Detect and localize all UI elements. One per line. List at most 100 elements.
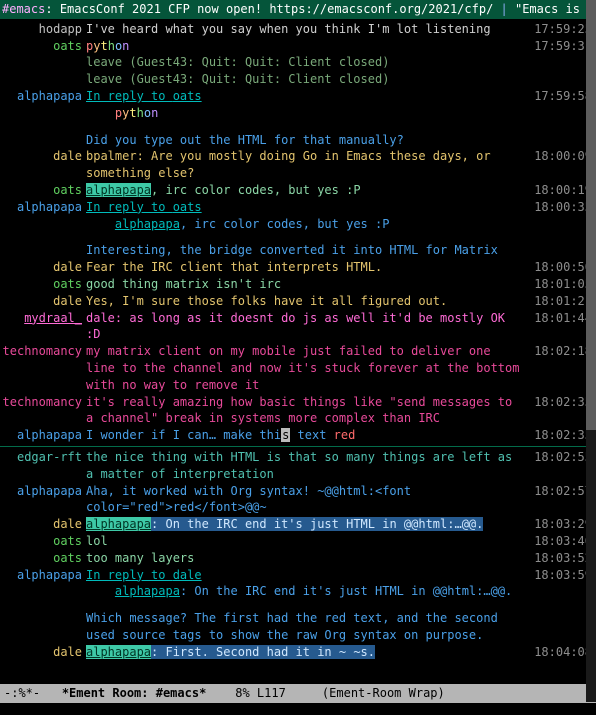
- modeline-indicator: -:%*-: [4, 686, 40, 700]
- position: 8% L117: [235, 686, 286, 700]
- topic-part-b: "Emacs is a co: [515, 2, 596, 16]
- topic-part-a: EmacsConf 2021 CFP now open! https://ema…: [60, 2, 493, 16]
- reply-to-link[interactable]: In reply to oats: [86, 200, 202, 214]
- chat-row: Did you type out the HTML for that manua…: [0, 132, 596, 149]
- chat-row: Which message? The first had the red tex…: [0, 610, 596, 644]
- rainbow-text: python: [115, 106, 158, 120]
- message: In reply to dale: [86, 567, 532, 584]
- nick: hodapp: [0, 21, 86, 38]
- chat-row: python: [0, 105, 596, 122]
- chat-row: mydraal_ dale: as long as it doesnt do j…: [0, 310, 596, 344]
- nick: oats: [0, 533, 86, 550]
- chat-row: hodapp I've heard what you say when you …: [0, 21, 596, 38]
- chat-log[interactable]: hodapp I've heard what you say when you …: [0, 19, 596, 684]
- message: it's really amazing how basic things lik…: [86, 394, 532, 428]
- chat-row: edgar-rft the nice thing with HTML is th…: [0, 449, 596, 483]
- message: In reply to oats: [86, 199, 532, 216]
- message: I've heard what you say when you think I…: [86, 21, 532, 38]
- message: Fear the IRC client that interprets HTML…: [86, 259, 532, 276]
- text-cursor: s: [281, 428, 290, 442]
- minibuffer[interactable]: [0, 703, 596, 715]
- system-message: leave (Guest43: Quit: Quit: Client close…: [86, 54, 532, 71]
- channel-name: #emacs: [2, 2, 45, 16]
- message: alphapapa, irc color codes, but yes :P: [86, 182, 532, 199]
- buffer-name: *Ement Room: #emacs*: [62, 686, 207, 700]
- modeline: -:%*- *Ement Room: #emacs* 8% L117 (Emen…: [0, 684, 596, 703]
- major-mode: (Ement-Room Wrap): [322, 686, 445, 700]
- chat-row: oats python 17:59:31: [0, 38, 596, 55]
- nick: alphapapa: [0, 483, 86, 500]
- message: Aha, it worked with Org syntax! ~@@html:…: [86, 483, 532, 517]
- chat-row: Interesting, the bridge converted it int…: [0, 242, 596, 259]
- chat-row: alphapapa Aha, it worked with Org syntax…: [0, 483, 596, 517]
- nick: oats: [0, 38, 86, 55]
- message: python: [86, 38, 532, 55]
- chat-row: alphapapa In reply to oats 18:00:35: [0, 199, 596, 216]
- chat-row: alphapapa, irc color codes, but yes :P: [0, 216, 596, 233]
- message: dale: as long as it doesnt do js as well…: [86, 310, 532, 344]
- chat-row: dale Fear the IRC client that interprets…: [0, 259, 596, 276]
- mention[interactable]: alphapapa: [86, 517, 151, 531]
- mention[interactable]: alphapapa: [115, 584, 180, 598]
- nick: oats: [0, 550, 86, 567]
- chat-row: alphapapa: On the IRC end it's just HTML…: [0, 583, 596, 600]
- nick: dale: [0, 516, 86, 533]
- nick: dale: [0, 148, 86, 165]
- chat-row: dale Yes, I'm sure those folks have it a…: [0, 293, 596, 310]
- message: alphapapa: First. Second had it in ~ ~s.: [86, 644, 532, 661]
- message: Which message? The first had the red tex…: [86, 610, 532, 644]
- chat-row: dale alphapapa: First. Second had it in …: [0, 644, 596, 661]
- scrollbar-thumb[interactable]: [586, 0, 596, 430]
- chat-row: oats alphapapa, irc color codes, but yes…: [0, 182, 596, 199]
- chat-row: oats too many layers 18:03:52: [0, 550, 596, 567]
- nick: dale: [0, 259, 86, 276]
- message: Did you type out the HTML for that manua…: [86, 132, 532, 149]
- mention[interactable]: alphapapa: [115, 217, 180, 231]
- message: lol: [86, 533, 532, 550]
- chat-row: dale bpalmer: Are you mostly doing Go in…: [0, 148, 596, 182]
- reply-to-link[interactable]: In reply to oats: [86, 89, 202, 103]
- nick: dale: [0, 644, 86, 661]
- message: python: [86, 105, 532, 122]
- nick: alphapapa: [0, 567, 86, 584]
- chat-row: alphapapa I wonder if I can… make this t…: [0, 427, 596, 444]
- message: the nice thing with HTML is that so many…: [86, 449, 532, 483]
- message: alphapapa, irc color codes, but yes :P: [86, 216, 532, 233]
- message: I wonder if I can… make this text red: [86, 427, 532, 444]
- rainbow-text: python: [86, 39, 129, 53]
- chat-row: leave (Guest43: Quit: Quit: Client close…: [0, 54, 596, 71]
- message: Interesting, the bridge converted it int…: [86, 242, 532, 259]
- message: good thing matrix isn't irc: [86, 276, 532, 293]
- mention[interactable]: alphapapa: [86, 183, 151, 197]
- chat-row: oats good thing matrix isn't irc 18:01:0…: [0, 276, 596, 293]
- chat-row: dale alphapapa: On the IRC end it's just…: [0, 516, 596, 533]
- emacs-frame: #emacs: EmacsConf 2021 CFP now open! htt…: [0, 0, 596, 715]
- divider: [0, 446, 596, 447]
- message: my matrix client on my mobile just faile…: [86, 343, 532, 393]
- reply-to-link[interactable]: In reply to dale: [86, 568, 202, 582]
- mention[interactable]: alphapapa: [86, 645, 151, 659]
- message: too many layers: [86, 550, 532, 567]
- nick: alphapapa: [0, 88, 86, 105]
- chat-row: oats lol 18:03:46: [0, 533, 596, 550]
- nick: oats: [0, 182, 86, 199]
- nick: alphapapa: [0, 427, 86, 444]
- nick: oats: [0, 276, 86, 293]
- nick: alphapapa: [0, 199, 86, 216]
- message: alphapapa: On the IRC end it's just HTML…: [86, 516, 532, 533]
- nick: mydraal_: [0, 310, 86, 327]
- scrollbar[interactable]: [586, 0, 596, 702]
- message: alphapapa: On the IRC end it's just HTML…: [86, 583, 532, 600]
- nick: technomancy: [0, 394, 86, 411]
- chat-row: technomancy my matrix client on my mobil…: [0, 343, 596, 393]
- titlebar: #emacs: EmacsConf 2021 CFP now open! htt…: [0, 0, 596, 19]
- message: In reply to oats: [86, 88, 532, 105]
- nick: dale: [0, 293, 86, 310]
- nick: edgar-rft: [0, 449, 86, 466]
- chat-row: leave (Guest43: Quit: Quit: Client close…: [0, 71, 596, 88]
- chat-row: alphapapa In reply to dale 18:03:59: [0, 567, 596, 584]
- system-message: leave (Guest43: Quit: Quit: Client close…: [86, 71, 532, 88]
- nick: technomancy: [0, 343, 86, 360]
- message: Yes, I'm sure those folks have it all fi…: [86, 293, 532, 310]
- chat-row: alphapapa In reply to oats 17:59:58: [0, 88, 596, 105]
